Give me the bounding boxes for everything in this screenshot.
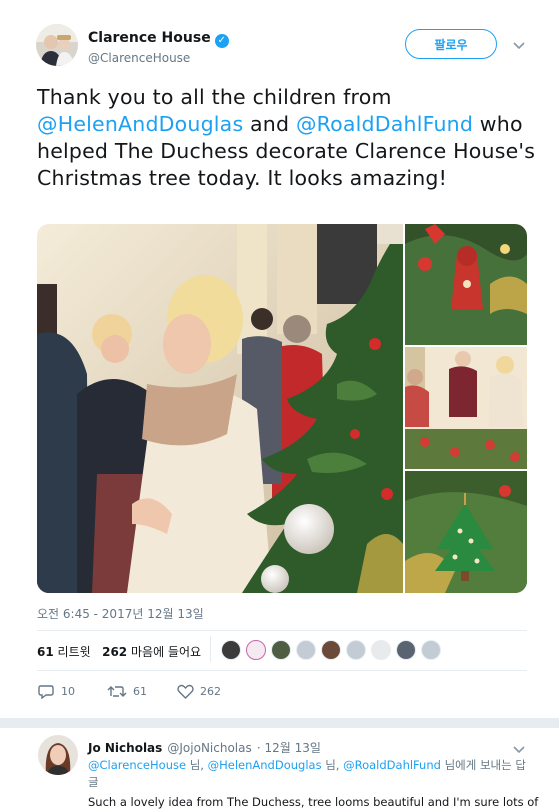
stats-separator (210, 636, 211, 662)
liker-avatar[interactable] (221, 640, 241, 660)
reply-mention-helenanddouglas[interactable]: @HelenAndDouglas (208, 758, 322, 772)
liker-avatar[interactable] (421, 640, 441, 660)
retweet-label[interactable]: 리트윗 (58, 645, 91, 659)
tweet-timestamp[interactable]: 오전 6:45 - 2017년 12월 13일 (37, 605, 204, 622)
liker-avatar[interactable] (246, 640, 266, 660)
liker-avatar[interactable] (296, 640, 316, 660)
like-action-count: 262 (200, 685, 221, 698)
replying-to: @ClarenceHouse 님, @HelenAndDouglas 님, @R… (88, 757, 528, 791)
media-grid (37, 224, 527, 593)
divider (37, 670, 527, 671)
author-handle[interactable]: @ClarenceHouse (88, 51, 229, 65)
divider (37, 630, 527, 631)
liker-avatar[interactable] (346, 640, 366, 660)
section-separator (0, 718, 559, 728)
liker-avatar[interactable] (321, 640, 341, 660)
follow-button[interactable]: 팔로우 (405, 29, 497, 59)
retweet-action-count: 61 (133, 685, 147, 698)
tweet-text-part1: Thank you to all the children from (37, 85, 392, 109)
media-photo-group[interactable] (405, 347, 527, 469)
author-avatar[interactable] (36, 24, 78, 66)
media-photo-ornament[interactable] (405, 224, 527, 345)
retweet-count[interactable]: 61 (37, 645, 54, 659)
reply-count: 10 (61, 685, 75, 698)
retweet-icon (107, 686, 127, 697)
author-info: Clarence House ✓ @ClarenceHouse (88, 27, 229, 65)
reply-author-avatar[interactable] (38, 735, 78, 775)
tweet-text-part2: and (243, 112, 296, 136)
media-photo-main[interactable] (37, 224, 403, 593)
like-action[interactable]: 262 (177, 684, 221, 699)
media-photo-felt-tree[interactable] (405, 471, 527, 593)
liker-avatar[interactable] (396, 640, 416, 660)
reply-author-name[interactable]: Jo Nicholas (88, 741, 162, 755)
tweet-text: Thank you to all the children from @Hele… (37, 84, 537, 192)
reply-mention-clarencehouse[interactable]: @ClarenceHouse (88, 758, 186, 772)
heart-icon (177, 684, 194, 699)
retweet-action[interactable]: 61 (107, 684, 147, 699)
reply-header: Jo Nicholas @JojoNicholas · 12월 13일 (88, 737, 321, 756)
reply-icon (38, 685, 54, 699)
more-chevron-icon[interactable] (512, 36, 526, 55)
engagement-stats: 61 리트윗 262 마음에 들어요 (37, 643, 201, 660)
reply-author-handle[interactable]: @JojoNicholas (167, 741, 251, 755)
reply-sep: 님, (321, 758, 344, 772)
author-name[interactable]: Clarence House (88, 30, 211, 46)
liker-avatar[interactable] (271, 640, 291, 660)
like-label[interactable]: 마음에 들어요 (131, 645, 201, 659)
reply-mention-roalddahlfund[interactable]: @RoaldDahlFund (343, 758, 441, 772)
liker-avatars (221, 640, 446, 660)
reply-action[interactable]: 10 (38, 684, 75, 699)
reply-sep: 님, (186, 758, 208, 772)
verified-badge-icon: ✓ (214, 34, 229, 48)
like-count[interactable]: 262 (102, 645, 127, 659)
liker-avatar[interactable] (371, 640, 391, 660)
mention-roalddahlfund[interactable]: @RoaldDahlFund (296, 112, 473, 136)
mention-helenanddouglas[interactable]: @HelenAndDouglas (37, 112, 243, 136)
reply-date[interactable]: · 12월 13일 (257, 741, 321, 755)
